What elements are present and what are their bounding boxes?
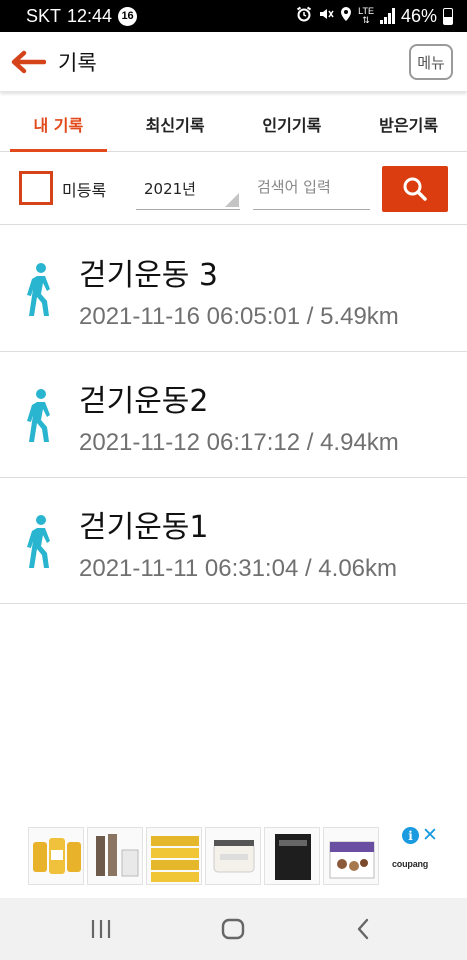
ad-close-icon[interactable]: ✕ bbox=[422, 824, 438, 846]
home-icon[interactable] bbox=[220, 916, 246, 942]
tab-latest-records[interactable]: 최신기록 bbox=[117, 96, 234, 151]
ad-banner[interactable]: i ✕ coupang bbox=[0, 822, 467, 898]
system-navigation-bar bbox=[0, 898, 467, 960]
ad-product-image[interactable] bbox=[205, 827, 261, 885]
record-date-distance: 2021-11-16 06:05:01 / 5.49km bbox=[79, 303, 399, 330]
signal-strength-icon bbox=[379, 8, 395, 24]
ad-product-image[interactable] bbox=[87, 827, 143, 885]
notification-count-badge: 16 bbox=[118, 6, 138, 26]
back-nav-icon[interactable] bbox=[354, 916, 372, 942]
record-tabs: 내 기록 최신기록 인기기록 받은기록 bbox=[0, 96, 467, 152]
record-date-distance: 2021-11-12 06:17:12 / 4.94km bbox=[79, 429, 399, 456]
ad-product-image[interactable] bbox=[323, 827, 379, 885]
tab-popular-records[interactable]: 인기기록 bbox=[234, 96, 351, 151]
ad-product-image[interactable] bbox=[146, 827, 202, 885]
ad-product-image[interactable] bbox=[28, 827, 84, 885]
year-select[interactable]: 2021년 bbox=[136, 170, 240, 210]
record-date-distance: 2021-11-11 06:31:04 / 4.06km bbox=[79, 555, 397, 582]
location-icon bbox=[340, 6, 352, 27]
network-type-label: LTE ⇅ bbox=[358, 6, 374, 25]
tab-my-records[interactable]: 내 기록 bbox=[0, 96, 117, 152]
dropdown-arrow-icon bbox=[225, 193, 239, 207]
unregistered-checkbox[interactable] bbox=[19, 171, 53, 205]
mute-icon bbox=[318, 6, 334, 27]
tab-received-records[interactable]: 받은기록 bbox=[350, 96, 467, 151]
walking-person-icon bbox=[27, 389, 50, 442]
list-item[interactable]: 걷기운동2 2021-11-12 06:17:12 / 4.94km bbox=[0, 352, 467, 478]
record-title: 걷기운동 3 bbox=[79, 258, 219, 293]
unregistered-label: 미등록 bbox=[62, 181, 107, 200]
search-input[interactable]: 검색어 입력 bbox=[253, 170, 370, 210]
filter-bar: 미등록 2021년 검색어 입력 bbox=[0, 153, 467, 225]
back-button[interactable] bbox=[0, 32, 56, 92]
battery-percent: 46% bbox=[400, 5, 437, 26]
walking-person-icon bbox=[27, 515, 50, 568]
back-arrow-icon bbox=[11, 50, 46, 73]
search-button[interactable] bbox=[382, 166, 448, 212]
alarm-icon bbox=[296, 6, 312, 27]
app-bar: 기록 메뉴 bbox=[0, 32, 467, 92]
ad-info-icon[interactable]: i bbox=[402, 827, 419, 844]
recent-apps-icon[interactable] bbox=[90, 916, 112, 942]
ad-product-image[interactable] bbox=[264, 827, 320, 885]
page-title: 기록 bbox=[58, 50, 97, 75]
battery-icon bbox=[443, 7, 453, 25]
search-icon bbox=[403, 177, 427, 201]
ad-brand-logo: coupang bbox=[392, 859, 429, 869]
search-placeholder: 검색어 입력 bbox=[257, 178, 331, 196]
walking-person-icon bbox=[27, 263, 50, 316]
year-select-value: 2021년 bbox=[144, 180, 196, 198]
carrier-label: SKT bbox=[26, 5, 62, 26]
menu-button[interactable]: 메뉴 bbox=[409, 44, 453, 80]
list-item[interactable]: 걷기운동 3 2021-11-16 06:05:01 / 5.49km bbox=[0, 226, 467, 352]
record-title: 걷기운동2 bbox=[79, 384, 209, 419]
record-list: 걷기운동 3 2021-11-16 06:05:01 / 5.49km 걷기운동… bbox=[0, 226, 467, 604]
clock: 12:44 bbox=[67, 5, 113, 26]
record-title: 걷기운동1 bbox=[79, 510, 209, 545]
status-bar: SKT 12:44 16 LTE ⇅ 46% bbox=[0, 0, 467, 32]
list-item[interactable]: 걷기운동1 2021-11-11 06:31:04 / 4.06km bbox=[0, 478, 467, 604]
ad-product-strip[interactable] bbox=[28, 827, 379, 885]
